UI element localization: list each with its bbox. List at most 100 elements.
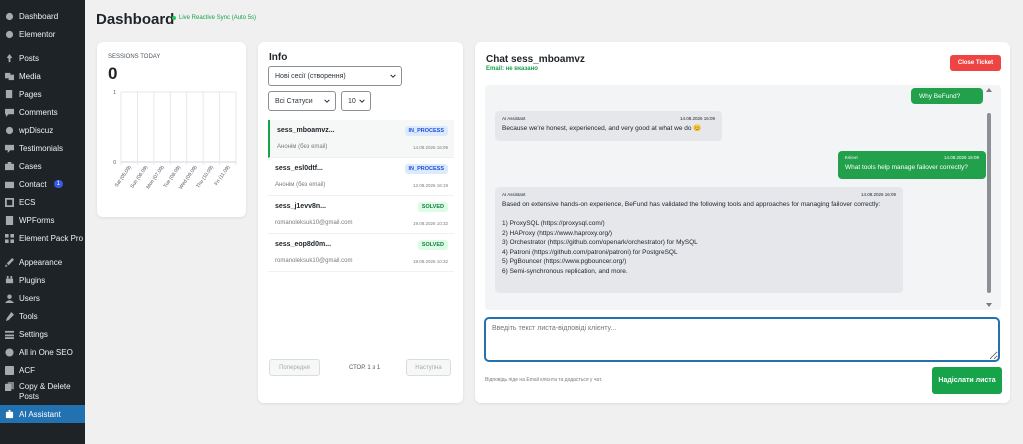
- sidebar-item-label: Pages: [19, 89, 42, 99]
- status-badge: IN_PROCESS: [404, 164, 448, 174]
- sidebar-item-users[interactable]: Users: [0, 289, 85, 307]
- sidebar-item-appearance[interactable]: Appearance: [0, 253, 85, 271]
- scroll-up-arrow[interactable]: [986, 88, 992, 92]
- sidebar-item-ecs[interactable]: ECS: [0, 193, 85, 211]
- sidebar-item-settings[interactable]: Settings: [0, 325, 85, 343]
- admin-sidebar: Dashboard Elementor Posts Media Pages Comment…: [0, 0, 85, 444]
- sidebar-item-posts[interactable]: Posts: [0, 49, 85, 67]
- forms-icon: [5, 215, 14, 225]
- sidebar-item-label: Tools: [19, 311, 38, 321]
- chevron-down-icon: [390, 74, 396, 78]
- session-user: romanoleksuk10@gmail.com: [275, 258, 353, 264]
- sidebar-item-testimonials[interactable]: Testimonials: [0, 139, 85, 157]
- prev-page-button[interactable]: Попередня: [269, 359, 320, 376]
- message-text: Based on extensive hands-on experience, …: [502, 201, 881, 275]
- sidebar-item-tools[interactable]: Tools: [0, 307, 85, 325]
- pages-icon: [5, 89, 14, 99]
- sidebar-item-pages[interactable]: Pages: [0, 85, 85, 103]
- seo-icon: [5, 347, 14, 357]
- sidebar-item-media[interactable]: Media: [0, 67, 85, 85]
- session-name: sess_eop8d0m...: [275, 241, 332, 248]
- sidebar-item-elementor[interactable]: Elementor: [0, 25, 85, 43]
- message-text: Because we're honest, experienced, and v…: [502, 125, 702, 132]
- sidebar-item-element-pack-pro[interactable]: Element Pack Pro: [0, 229, 85, 247]
- session-name: sess_esl0dtf...: [275, 165, 323, 172]
- sidebar-item-plugins[interactable]: Plugins: [0, 271, 85, 289]
- next-page-button[interactable]: Наступна: [406, 359, 451, 376]
- assistant-message: AI Assistant 14.08.2026 16:09 Based on e…: [495, 187, 903, 293]
- session-time: 19.08.2026 10:32: [412, 259, 448, 264]
- live-dot-icon: [172, 16, 176, 20]
- chat-messages[interactable]: Why BeFund? AI Assistant 14.08.2026 16:0…: [485, 85, 1001, 310]
- sidebar-item-label: Copy & Delete Posts: [19, 382, 71, 401]
- session-item[interactable]: sess_j1evv8n... SOLVED romanoleksuk10@gm…: [268, 196, 454, 234]
- message-text: What tools help manage failover correctl…: [845, 164, 968, 171]
- sidebar-item-all-in-one-seo[interactable]: All in One SEO: [0, 343, 85, 361]
- sync-label: Live Reactive Sync (Auto 5s): [179, 15, 257, 21]
- session-item[interactable]: sess_esl0dtf... IN_PROCESS Анонім (без e…: [268, 158, 454, 196]
- sidebar-item-label: AI Assistant: [19, 409, 61, 419]
- pin-icon: [5, 53, 14, 63]
- sidebar-item-copy-delete-posts[interactable]: Copy & Delete Posts: [0, 379, 85, 405]
- sidebar-item-label: Cases: [19, 161, 42, 171]
- sidebar-item-label: Users: [19, 293, 40, 303]
- y-tick-label: 1: [113, 90, 116, 96]
- sidebar-item-ai-assistant[interactable]: AI Assistant: [0, 405, 85, 423]
- reply-textarea[interactable]: [485, 318, 999, 361]
- sync-status: Live Reactive Sync (Auto 5s): [172, 15, 256, 21]
- sidebar-item-label: Elementor: [19, 29, 56, 39]
- status-badge: IN_PROCESS: [404, 126, 448, 136]
- sessions-today-value: 0: [108, 64, 118, 83]
- session-time: 14.08.2026 16:09: [412, 145, 448, 150]
- sidebar-item-label: Comments: [19, 107, 58, 117]
- sidebar-item-wpforms[interactable]: WPForms: [0, 211, 85, 229]
- sidebar-item-dashboard[interactable]: Dashboard: [0, 7, 85, 25]
- session-item[interactable]: sess_mboamvz... IN_PROCESS Анонім (без e…: [268, 120, 454, 158]
- sidebar-item-label: wpDiscuz: [19, 125, 54, 135]
- scrollbar-thumb[interactable]: [987, 113, 991, 293]
- sidebar-item-label: Settings: [19, 329, 48, 339]
- sessions-chart: 01Sat (05.09)Sun (06.09)Mon (07.09)Tue (…: [113, 90, 237, 191]
- status-badge: SOLVED: [417, 240, 448, 250]
- message-time: 14.08.2026 16:09: [679, 116, 715, 121]
- acf-icon: [5, 365, 14, 375]
- sidebar-item-label: Element Pack Pro: [19, 233, 84, 243]
- sidebar-item-acf[interactable]: ACF: [0, 361, 85, 379]
- session-user: romanoleksuk10@gmail.com: [275, 220, 353, 226]
- message-sender: Клієнт: [845, 155, 859, 160]
- assistant-message: AI Assistant 14.08.2026 16:09 Because we…: [495, 111, 722, 141]
- sidebar-item-cases[interactable]: Cases: [0, 157, 85, 175]
- session-list: sess_mboamvz... IN_PROCESS Анонім (без e…: [268, 120, 454, 272]
- plugin-icon: [5, 275, 14, 285]
- user-icon: [5, 293, 14, 303]
- mail-icon: [5, 180, 14, 189]
- info-title: Info: [269, 52, 288, 63]
- comment-icon: [5, 108, 14, 117]
- sidebar-item-label: Posts: [19, 53, 40, 63]
- testimonial-icon: [5, 144, 14, 153]
- sidebar-item-wpdiscuz[interactable]: wpDiscuz: [0, 121, 85, 139]
- chat-email: Email: не вказано: [486, 66, 538, 72]
- sidebar-item-contact[interactable]: Contact 1: [0, 175, 85, 193]
- send-email-button[interactable]: Надіслати листа: [932, 367, 1002, 394]
- session-user: Анонім (без email): [277, 144, 328, 150]
- info-panel: Info Нові сесії (створення) Всі Статуси …: [258, 42, 463, 403]
- session-item[interactable]: sess_eop8d0m... SOLVED romanoleksuk10@gm…: [268, 234, 454, 272]
- status-select[interactable]: Всі Статуси: [268, 91, 336, 111]
- close-ticket-button[interactable]: Close Ticket: [950, 55, 1001, 71]
- media-icon: [5, 72, 14, 81]
- sidebar-item-comments[interactable]: Comments: [0, 103, 85, 121]
- sidebar-item-label: ECS: [19, 197, 36, 207]
- sidebar-item-label: Appearance: [19, 257, 63, 267]
- page-indicator: СТОР. 1 з 1: [349, 365, 381, 371]
- page-size-select[interactable]: 10: [341, 91, 371, 111]
- ecs-icon: [5, 197, 14, 207]
- message-sender: AI Assistant: [502, 116, 526, 121]
- x-tick-label: Fri (11.09): [213, 164, 231, 186]
- notification-badge: 1: [53, 180, 63, 188]
- client-message: Клієнт 14.08.2026 16:09 What tools help …: [838, 151, 986, 179]
- cases-icon: [5, 161, 14, 171]
- session-type-select[interactable]: Нові сесії (створення): [268, 66, 402, 86]
- y-tick-label: 0: [113, 160, 116, 166]
- scroll-down-arrow[interactable]: [986, 303, 992, 307]
